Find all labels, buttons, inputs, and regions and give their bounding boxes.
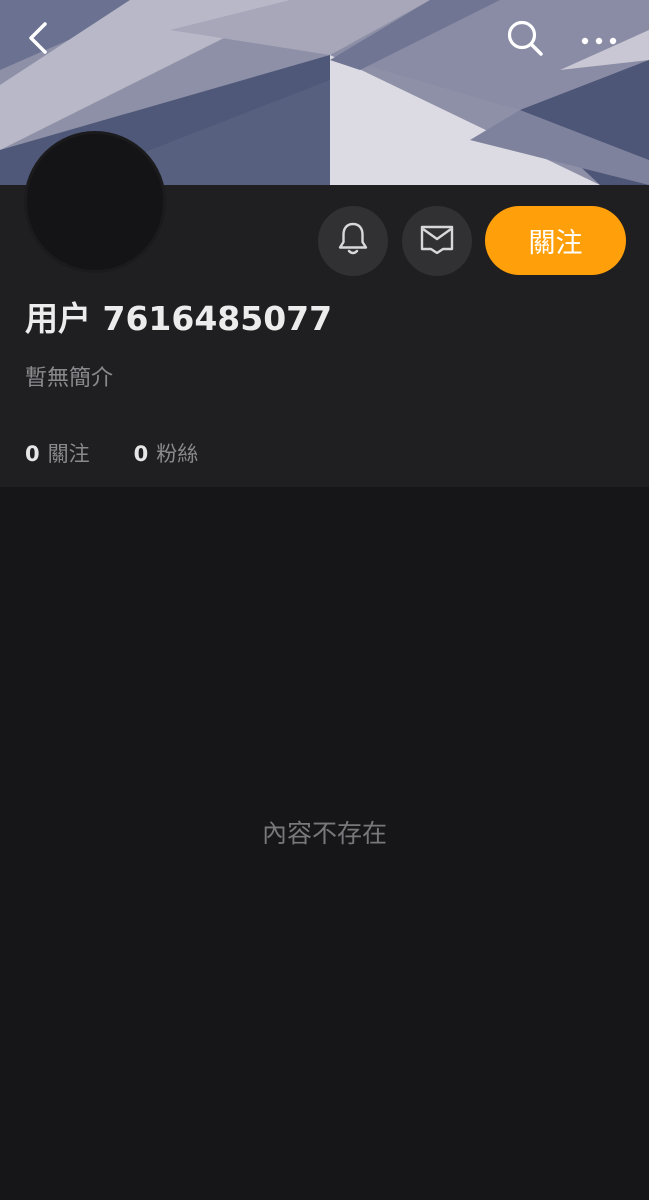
followers-label: 粉絲 [156, 442, 199, 466]
search-icon [505, 18, 545, 62]
bell-icon [336, 221, 370, 261]
stats-row: 0 關注 0 粉絲 [25, 438, 198, 468]
back-button[interactable] [14, 16, 62, 64]
search-button[interactable] [500, 16, 550, 64]
message-icon [419, 224, 455, 258]
more-button[interactable] [574, 16, 624, 64]
follow-button[interactable]: 關注 [485, 206, 626, 275]
notification-button[interactable] [318, 206, 388, 276]
bio-text: 暫無簡介 [25, 366, 114, 391]
profile-page: 關注 用户 7616485077 暫無簡介 0 關注 0 粉絲 內容不存在 [0, 0, 649, 1200]
followers-count: 0 [133, 442, 149, 466]
more-horizontal-icon [580, 31, 618, 50]
following-count: 0 [25, 442, 40, 466]
username: 用户 7616485077 [25, 299, 333, 338]
message-button[interactable] [402, 206, 472, 276]
empty-content-message: 內容不存在 [261, 819, 387, 848]
following-stat[interactable]: 0 關注 [25, 438, 90, 468]
following-label: 關注 [47, 442, 90, 466]
avatar[interactable] [24, 131, 166, 273]
followers-stat[interactable]: 0 粉絲 [134, 438, 199, 468]
chevron-left-icon [25, 21, 51, 59]
